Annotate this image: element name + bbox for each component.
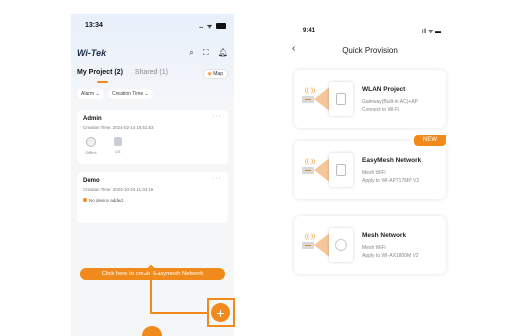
map-button-label: Map xyxy=(213,71,223,77)
project-name: Demo xyxy=(83,178,100,184)
page-title: Quick Provision xyxy=(342,46,398,55)
project-card-demo[interactable]: Demo ··· Creation Time: 2023-10-24 11:34… xyxy=(77,172,228,223)
easymesh-illustration: ((·)) xyxy=(302,151,356,189)
router-icon xyxy=(302,242,314,249)
device-stat-count: 0/1 xyxy=(106,137,130,154)
more-options-icon[interactable]: ··· xyxy=(212,175,222,182)
mesh-node-icon xyxy=(329,153,353,187)
wlan-illustration: ((·)) xyxy=(302,80,356,118)
router-icon xyxy=(302,96,314,103)
device-stat-label: Offline xyxy=(85,150,97,155)
project-card-admin[interactable]: Admin ··· Creation Time: 2024-02-14 16:5… xyxy=(77,110,228,164)
callout-arrow-vertical xyxy=(150,270,152,314)
tab-my-project[interactable]: My Project (2) xyxy=(77,69,123,76)
brand-logo-text: Wi-Tek xyxy=(77,48,107,58)
search-icon[interactable]: ⌕ xyxy=(189,48,193,57)
device-icon xyxy=(114,137,122,146)
brand-logo: Wi-Tek xyxy=(77,48,106,58)
battery-icon xyxy=(216,23,226,30)
option-title: EasyMesh Network xyxy=(362,157,422,164)
callout-arrow-horizontal xyxy=(150,312,208,314)
status-icons: ıll ᯤ ▬ xyxy=(421,29,441,35)
project-status-text: No device added. xyxy=(89,198,125,203)
mesh-illustration: ((·)) xyxy=(302,226,356,264)
bell-icon[interactable]: 🔔︎ xyxy=(218,48,228,57)
status-icons: ‥ ᯤ xyxy=(199,22,226,30)
filter-alarm[interactable]: Alarm ⌄ xyxy=(77,89,104,99)
option-desc-1: Mesh WiFi xyxy=(362,170,386,176)
option-mesh-network[interactable]: ((·)) Mesh Network Mesh WiFi Apply to WI… xyxy=(294,216,446,274)
option-easymesh-network[interactable]: NEW ((·)) EasyMesh Network Mesh WiFi App… xyxy=(294,135,446,199)
option-title: Mesh Network xyxy=(362,232,407,239)
router-icon xyxy=(302,167,314,174)
device-stat-offline: Offline xyxy=(79,137,103,155)
callout-arrowhead-icon xyxy=(143,264,159,274)
option-desc-2: Connect to Wi-Fi xyxy=(362,107,400,113)
option-desc-1: Gateway(Built-in AC)+AP xyxy=(362,99,418,105)
bottom-nav-center-button[interactable] xyxy=(142,326,162,336)
project-status: No device added. xyxy=(83,198,124,203)
map-button[interactable]: ◉ Map xyxy=(202,69,228,79)
header-actions: ⌕ ⛶ 🔔︎ xyxy=(182,48,228,58)
project-tabs: My Project (2) Shared (1) xyxy=(77,69,168,76)
add-project-button[interactable]: + xyxy=(211,303,230,322)
project-list-screen: 13:34 ‥ ᯤ Wi-Tek ⌕ ⛶ 🔔︎ My Project (2) S… xyxy=(71,14,234,336)
project-name: Admin xyxy=(83,116,102,122)
tab-shared[interactable]: Shared (1) xyxy=(135,69,168,76)
option-title: WLAN Project xyxy=(362,86,406,93)
option-desc-1: Mesh WiFi xyxy=(362,245,386,251)
status-time: 9:41 xyxy=(303,28,316,34)
filter-bar: Alarm ⌄ Creation Time ⌄ xyxy=(77,89,156,99)
new-badge: NEW xyxy=(414,135,446,146)
project-creation-time: Creation Time: 2023-10-24 11:34:16 xyxy=(83,187,154,192)
more-options-icon[interactable]: ··· xyxy=(212,113,222,120)
filter-creation-time[interactable]: Creation Time ⌄ xyxy=(108,89,153,99)
scan-icon[interactable]: ⛶ xyxy=(203,48,209,57)
signal-wifi-icons: ‥ ᯤ xyxy=(199,24,214,30)
status-time: 13:34 xyxy=(85,22,103,29)
project-creation-time: Creation Time: 2024-02-14 16:51:53 xyxy=(83,125,154,130)
option-desc-2: Apply to WI-AP717MP V2 xyxy=(362,178,420,184)
map-pin-icon: ◉ xyxy=(207,71,212,77)
quick-provision-screen: 9:41 ıll ᯤ ▬ ‹ Quick Provision ((·)) WLA… xyxy=(285,18,455,318)
active-tab-indicator xyxy=(97,81,108,83)
mesh-router-icon xyxy=(329,228,353,262)
option-desc-2: Apply to WI-AX1800M V2 xyxy=(362,253,419,259)
status-dot-icon xyxy=(83,198,87,202)
access-point-icon xyxy=(329,82,353,116)
globe-icon xyxy=(86,137,96,147)
device-stat-label: 0/1 xyxy=(115,149,121,154)
option-wlan-project[interactable]: ((·)) WLAN Project Gateway(Built-in AC)+… xyxy=(294,70,446,128)
